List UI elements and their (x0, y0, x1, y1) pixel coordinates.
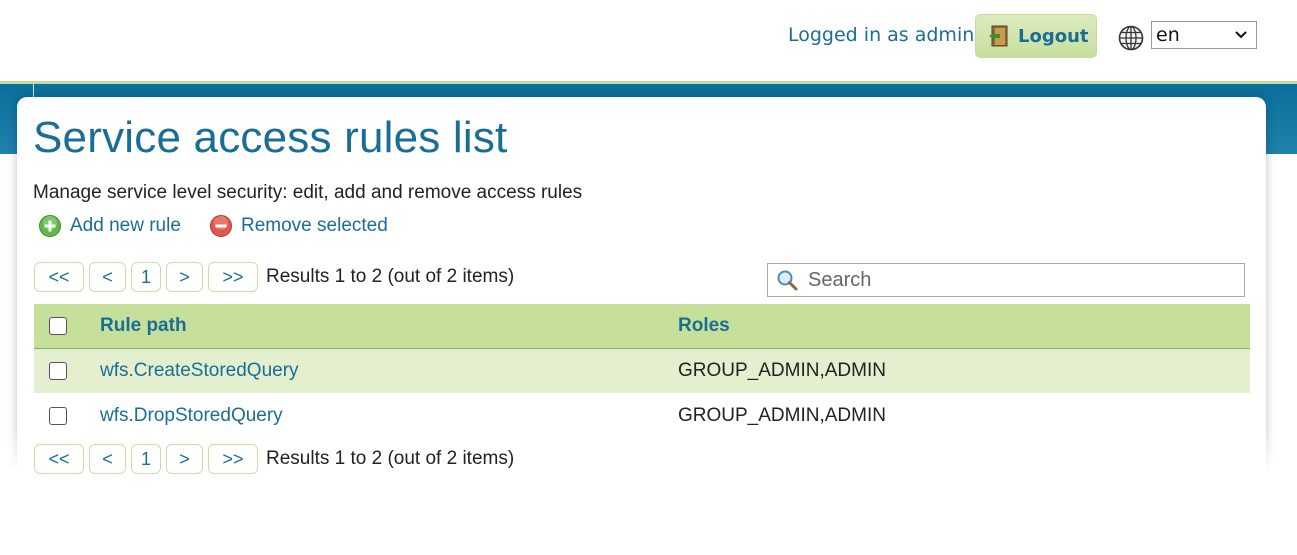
page-subtitle: Manage service level security: edit, add… (33, 182, 583, 203)
rule-path-cell: wfs.DropStoredQuery (100, 393, 678, 438)
page-title: Service access rules list (33, 113, 508, 162)
roles-cell: GROUP_ADMIN,ADMIN (678, 404, 886, 426)
add-rule-link[interactable]: Add new rule (38, 214, 181, 238)
page-1-button[interactable]: 1 (131, 444, 161, 474)
last-page-button[interactable]: >> (208, 444, 258, 474)
search-box[interactable] (767, 263, 1245, 297)
remove-selected-link[interactable]: Remove selected (209, 214, 388, 238)
rule-path-header[interactable]: Rule path (100, 304, 678, 348)
top-header: Logged in as admin. Logout en (0, 0, 1297, 82)
last-page-button[interactable]: >> (208, 262, 258, 292)
first-page-button[interactable]: << (34, 262, 84, 292)
row-checkbox[interactable] (49, 406, 67, 425)
results-info: Results 1 to 2 (out of 2 items) (266, 266, 515, 287)
plus-circle-icon (39, 215, 61, 237)
table-row: wfs.DropStoredQuery GROUP_ADMIN,ADMIN (34, 393, 1250, 438)
globe-icon (1118, 25, 1144, 51)
first-page-button[interactable]: << (34, 444, 84, 474)
search-input[interactable] (806, 267, 1230, 293)
next-page-button[interactable]: > (166, 262, 203, 292)
pager-top: << < 1 > >> Results 1 to 2 (out of 2 ite… (34, 262, 514, 292)
language-select[interactable]: en (1151, 21, 1257, 49)
rule-path-link[interactable]: wfs.DropStoredQuery (100, 405, 283, 426)
results-info: Results 1 to 2 (out of 2 items) (266, 448, 515, 469)
row-select-cell (34, 348, 100, 393)
magnifier-icon (777, 270, 798, 291)
row-select-cell (34, 393, 100, 438)
door-exit-icon (989, 25, 1008, 47)
minus-circle-icon (210, 215, 232, 237)
logout-label: Logout (1018, 25, 1089, 47)
rules-table: Rule path Roles wfs.CreateStoredQuery GR… (34, 304, 1250, 438)
table-header-row: Rule path Roles (34, 304, 1250, 348)
row-checkbox[interactable] (49, 361, 67, 380)
language-value: en (1156, 24, 1180, 46)
logout-button[interactable]: Logout (975, 14, 1097, 58)
table-row: wfs.CreateStoredQuery GROUP_ADMIN,ADMIN (34, 348, 1250, 393)
roles-header[interactable]: Roles (678, 304, 1250, 348)
pager-bottom: << < 1 > >> Results 1 to 2 (out of 2 ite… (34, 444, 514, 474)
logged-in-text: Logged in as admin. (788, 24, 981, 46)
add-rule-label: Add new rule (70, 215, 181, 236)
prev-page-button[interactable]: < (89, 444, 126, 474)
next-page-button[interactable]: > (166, 444, 203, 474)
rule-path-cell: wfs.CreateStoredQuery (100, 348, 678, 393)
roles-cell: GROUP_ADMIN,ADMIN (678, 359, 886, 381)
rule-path-link[interactable]: wfs.CreateStoredQuery (100, 360, 299, 381)
chevron-down-icon (1235, 31, 1247, 39)
remove-selected-label: Remove selected (241, 215, 388, 236)
select-all-checkbox[interactable] (49, 316, 67, 335)
band-divider (33, 84, 34, 98)
select-all-cell (34, 304, 100, 348)
prev-page-button[interactable]: < (89, 262, 126, 292)
page-1-button[interactable]: 1 (131, 262, 161, 292)
